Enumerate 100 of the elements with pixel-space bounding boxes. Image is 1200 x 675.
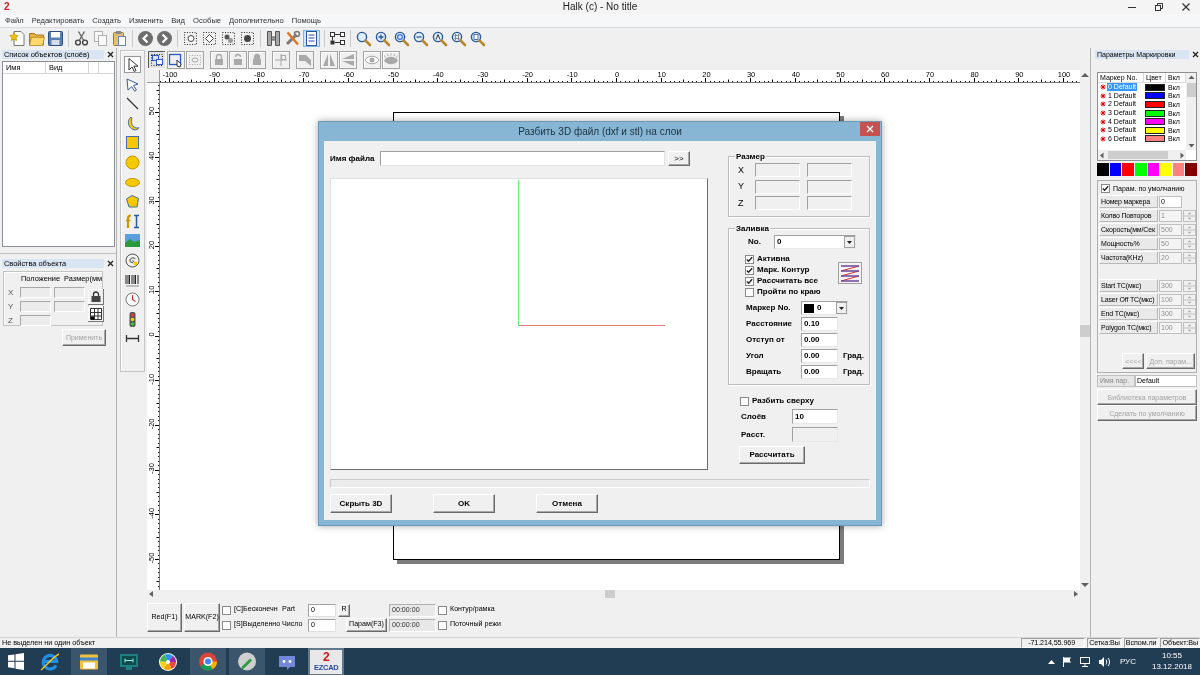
close-button[interactable] <box>860 122 880 136</box>
angle-field[interactable]: 0.00 <box>801 349 838 363</box>
close-icon[interactable] <box>1181 2 1191 12</box>
color-swatch[interactable] <box>1172 163 1185 176</box>
position-field[interactable] <box>20 287 51 298</box>
magnifier-icon[interactable] <box>450 29 467 47</box>
browse-button[interactable]: >> <box>668 151 690 166</box>
color-swatch[interactable] <box>1122 163 1134 176</box>
magnifier-icon[interactable] <box>431 29 448 47</box>
caret-up-icon[interactable] <box>1047 659 1055 664</box>
checkbox[interactable] <box>745 287 754 297</box>
zoom-in-icon[interactable] <box>393 29 410 47</box>
speaker-icon[interactable] <box>1097 655 1110 668</box>
grid-icon[interactable] <box>88 306 104 322</box>
scroll-up-arrow-icon[interactable] <box>1186 73 1196 81</box>
number-dropdown[interactable]: 0 <box>774 234 856 249</box>
close-icon[interactable] <box>1192 51 1199 58</box>
hide-3d-button[interactable]: Скрыть 3D <box>330 494 392 513</box>
checkbox[interactable] <box>438 605 447 615</box>
dotted-frame-squares-icon[interactable] <box>148 51 166 69</box>
field-label: Расст. <box>741 430 766 439</box>
ok-button[interactable]: OK <box>433 494 495 513</box>
position-field[interactable] <box>20 315 51 326</box>
scrollbar-thumb[interactable] <box>1186 83 1196 97</box>
checkbox[interactable] <box>438 620 447 630</box>
flag-icon[interactable] <box>1061 656 1072 667</box>
zoom-out-icon[interactable] <box>412 29 429 47</box>
color-swatch[interactable] <box>1160 163 1172 176</box>
scrollbar-thumb[interactable] <box>1080 325 1090 337</box>
checkbox[interactable] <box>222 605 231 615</box>
size-field[interactable] <box>54 301 85 312</box>
horizontal-scrollbar[interactable] <box>1098 150 1186 160</box>
color-swatch[interactable] <box>1185 163 1197 176</box>
dotted-frame-dots-icon[interactable] <box>220 29 237 47</box>
checkbox[interactable] <box>745 265 754 275</box>
size-field <box>807 163 852 177</box>
marker-dropdown[interactable]: 0 <box>801 301 848 315</box>
page-star-icon[interactable] <box>9 29 26 47</box>
distance-field[interactable]: 0.10 <box>801 317 838 331</box>
cancel-button[interactable]: Отмена <box>536 494 598 513</box>
calculate-button[interactable]: Рассчитать <box>739 446 805 464</box>
zigzag-lines-icon[interactable] <box>838 262 862 284</box>
spiral-icon[interactable] <box>124 251 141 269</box>
clock-icon[interactable] <box>124 291 141 309</box>
scroll-down-arrow-icon[interactable] <box>1186 142 1196 150</box>
node-arrow-icon[interactable] <box>124 75 141 93</box>
layers-field[interactable]: 10 <box>792 409 838 424</box>
offset-field[interactable]: 0.00 <box>801 333 838 347</box>
rotate-field[interactable]: 0.00 <box>801 365 838 379</box>
close-icon[interactable] <box>107 260 114 267</box>
position-field[interactable] <box>20 301 51 312</box>
size-field[interactable] <box>54 287 85 298</box>
scissors-icon[interactable] <box>73 29 90 47</box>
scroll-down-arrow-icon[interactable] <box>1080 580 1090 590</box>
scrollbar-thumb[interactable] <box>605 590 615 598</box>
color-swatch[interactable] <box>1134 163 1147 176</box>
square-icon[interactable] <box>124 134 141 152</box>
clipboard-icon[interactable] <box>111 29 128 47</box>
network-icon[interactable] <box>1078 656 1091 667</box>
wrench-screwdriver-icon[interactable] <box>284 29 301 47</box>
language-indicator[interactable]: РУС <box>1119 657 1136 666</box>
checkbox[interactable] <box>222 620 231 630</box>
nodes-icon[interactable] <box>329 29 346 47</box>
field-label: Расстояние <box>746 320 794 328</box>
scrollbar-thumb[interactable] <box>1108 151 1168 159</box>
pinwheel-icon[interactable] <box>158 651 179 672</box>
scroll-up-arrow-icon[interactable] <box>1080 70 1090 80</box>
magnifier-icon[interactable] <box>469 29 486 47</box>
checkbox[interactable] <box>745 276 754 286</box>
horizontal-scrollbar[interactable] <box>147 590 1080 598</box>
magnifier-icon[interactable] <box>355 29 372 47</box>
clock-date[interactable]: 13.12.2018 <box>1151 663 1192 671</box>
checkbox[interactable] <box>1101 183 1110 193</box>
restore-icon[interactable] <box>1154 2 1164 12</box>
scroll-right-arrow-icon[interactable] <box>1178 150 1186 160</box>
list-icon[interactable] <box>303 29 320 47</box>
text-cursor-icon[interactable] <box>124 212 141 230</box>
landscape-picture-icon[interactable] <box>124 232 141 250</box>
color-swatch[interactable] <box>1097 163 1109 176</box>
pentagon-icon[interactable] <box>124 193 141 211</box>
monitor-icon[interactable] <box>118 651 139 672</box>
color-swatch[interactable] <box>1147 163 1160 176</box>
windows-logo-icon[interactable] <box>8 653 24 670</box>
letter-e-icon[interactable] <box>39 651 60 672</box>
folder-icon[interactable] <box>71 648 108 675</box>
checkbox[interactable] <box>745 254 754 264</box>
color-swatch[interactable] <box>1109 163 1122 176</box>
checkbox-label: Разбить сверху <box>752 397 814 405</box>
clock-time[interactable]: 10:55 <box>1161 652 1182 660</box>
frame-hand-icon[interactable] <box>167 51 185 69</box>
padlock-icon[interactable] <box>88 289 104 305</box>
h-shape-icon[interactable] <box>265 29 282 47</box>
checkbox[interactable] <box>740 396 749 406</box>
scroll-left-arrow-icon[interactable] <box>1098 150 1106 160</box>
left-arrow-circle-icon[interactable] <box>137 29 154 47</box>
file-name-field[interactable] <box>380 151 665 166</box>
zoom-in-icon[interactable] <box>374 29 391 47</box>
vertical-scrollbar[interactable] <box>1186 73 1196 150</box>
right-arrow-circle-icon[interactable] <box>156 29 173 47</box>
close-icon[interactable] <box>107 51 114 58</box>
